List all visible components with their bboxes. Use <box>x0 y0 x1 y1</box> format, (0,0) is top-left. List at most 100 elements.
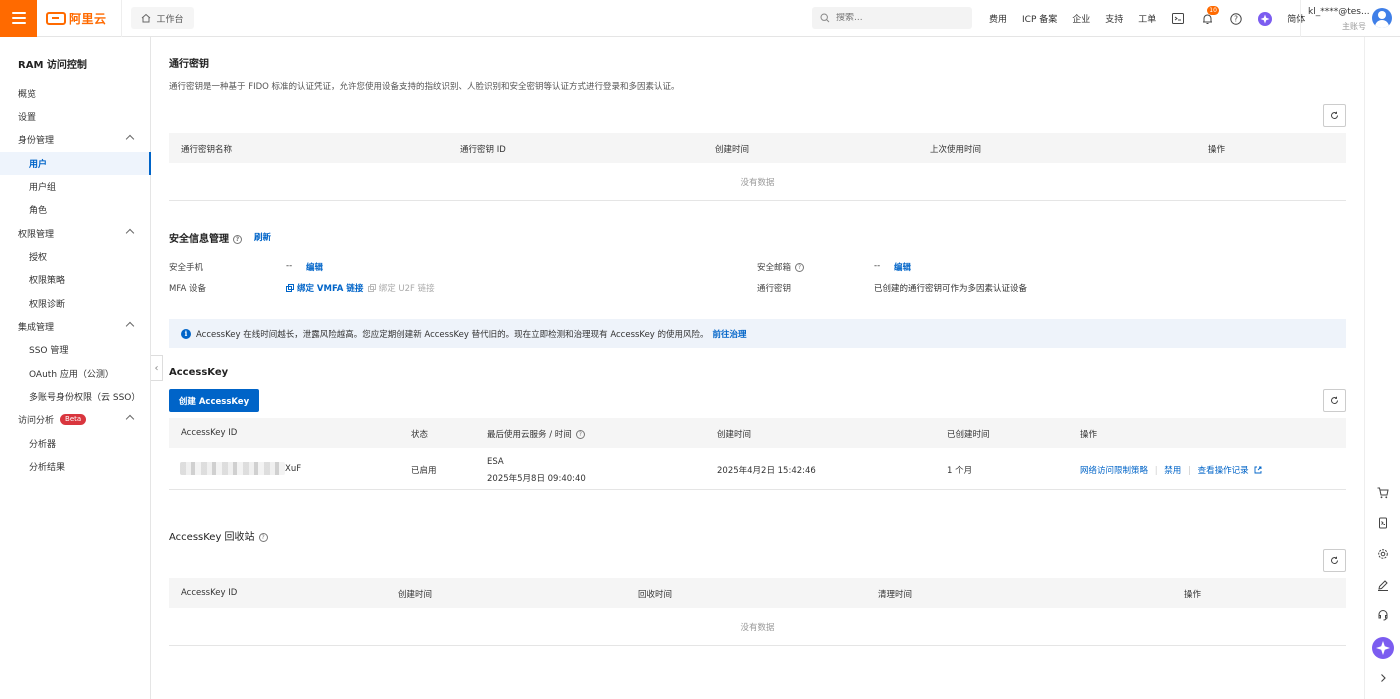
hamburger-menu-icon[interactable] <box>0 0 37 37</box>
sidebar-title: RAM 访问控制 <box>18 60 87 71</box>
chip-icon[interactable] <box>1375 515 1391 531</box>
workbench-button[interactable]: 工作台 <box>130 7 194 29</box>
sidebar-item-user-groups[interactable]: 用户组 <box>0 175 151 198</box>
search-box[interactable] <box>812 7 972 29</box>
edit-phone-link[interactable]: 编辑 <box>306 261 323 273</box>
passkey-refresh-button[interactable] <box>1323 104 1346 127</box>
disable-link[interactable]: 禁用 <box>1164 466 1181 476</box>
nav-label: SSO 管理 <box>29 346 69 356</box>
headset-icon[interactable] <box>1375 607 1391 623</box>
link-support[interactable]: 支持 <box>1105 12 1123 25</box>
search-icon <box>820 13 830 23</box>
go-govern-link[interactable]: 前往治理 <box>713 328 747 340</box>
avatar[interactable] <box>1372 8 1392 28</box>
link-ticket[interactable]: 工单 <box>1138 12 1156 25</box>
edit-email-link[interactable]: 编辑 <box>894 261 911 273</box>
column-header: 通行密钥 ID <box>460 145 506 155</box>
nav-label: 多账号身份权限（云 SSO） <box>29 393 141 403</box>
passkey-table-header: 通行密钥名称 通行密钥 ID 创建时间 上次使用时间 操作 <box>169 133 1346 163</box>
sidebar-item-diagnosis[interactable]: 权限诊断 <box>0 292 151 315</box>
top-links: 费用 ICP 备案 企业 支持 工单 10 ? 简体 <box>989 0 1305 37</box>
sidebar-item-oauth[interactable]: OAuth 应用（公测） <box>0 362 151 385</box>
security-email-value: -- <box>874 261 881 271</box>
sidebar-group-permissions[interactable]: 权限管理 <box>0 222 151 245</box>
column-header: 创建时间 <box>398 590 433 600</box>
edit-icon[interactable] <box>1375 577 1391 593</box>
sidebar-item-sso[interactable]: SSO 管理 <box>0 338 151 361</box>
nav-label: 概览 <box>18 90 37 100</box>
sidebar-item-grants[interactable]: 授权 <box>0 245 151 268</box>
search-input[interactable] <box>836 13 956 23</box>
cart-icon[interactable] <box>1375 485 1391 501</box>
help-icon[interactable]: ? <box>258 532 268 542</box>
column-header: AccessKey ID <box>181 428 238 438</box>
masked-accesskey-id <box>180 462 285 475</box>
sidebar-group-integration[interactable]: 集成管理 <box>0 315 151 338</box>
sidebar-item-users[interactable]: 用户 <box>0 152 151 175</box>
recycle-table-header: AccessKey ID 创建时间 回收时间 清理时间 操作 <box>169 578 1346 608</box>
bind-u2f-label: 绑定 U2F 链接 <box>378 284 435 294</box>
sidebar: RAM 访问控制 概览 设置 身份管理 用户 用户组 角色 权限管理 授权 权限… <box>0 37 151 699</box>
sidebar-item-settings[interactable]: 设置 <box>0 105 151 128</box>
column-header-text: 最后使用云服务 / 时间 <box>487 430 572 440</box>
nav-label: 权限诊断 <box>29 300 66 310</box>
nav-label: 分析器 <box>29 440 57 450</box>
link-icp[interactable]: ICP 备案 <box>1022 12 1057 25</box>
column-header: 操作 <box>1080 430 1098 440</box>
bind-u2f-link: 绑定 U2F 链接 <box>368 282 435 294</box>
created-age: 1 个月 <box>947 466 973 476</box>
link-billing[interactable]: 费用 <box>989 12 1007 25</box>
sidebar-item-roles[interactable]: 角色 <box>0 198 151 221</box>
divider <box>120 0 122 37</box>
security-refresh-link[interactable]: 刷新 <box>254 231 271 243</box>
bind-vmfa-link[interactable]: 绑定 VMFA 链接 <box>286 282 363 294</box>
right-toolbar <box>1364 37 1400 699</box>
workbench-label: 工作台 <box>156 14 184 25</box>
network-policy-link[interactable]: 网络访问限制策略 <box>1080 466 1148 476</box>
terminal-icon[interactable] <box>1171 12 1185 26</box>
sidebar-group-identity[interactable]: 身份管理 <box>0 128 151 151</box>
external-link-icon <box>1254 466 1262 474</box>
column-header: 回收时间 <box>638 590 673 600</box>
user-menu[interactable]: kl_****@tes... 主账号 <box>1300 0 1400 37</box>
nav-label: 访问分析 <box>18 416 55 426</box>
ai-assistant-icon[interactable] <box>1258 11 1273 26</box>
recycle-title-text: AccessKey 回收站 <box>169 532 255 543</box>
divider: | <box>1188 466 1191 476</box>
column-header: 通行密钥名称 <box>181 145 233 155</box>
create-accesskey-button[interactable]: 创建 AccessKey <box>169 389 259 412</box>
nav-label: 权限策略 <box>29 276 66 286</box>
sidebar-item-policies[interactable]: 权限策略 <box>0 268 151 291</box>
recycle-refresh-button[interactable] <box>1323 549 1346 572</box>
nav-label: OAuth 应用（公测） <box>29 370 114 380</box>
passkey-title: 通行密钥 <box>169 59 209 70</box>
sidebar-item-cloud-sso[interactable]: 多账号身份权限（云 SSO） <box>0 385 151 408</box>
chevron-up-icon <box>125 134 135 144</box>
ai-assistant-icon[interactable] <box>1372 637 1394 659</box>
chevron-right-icon[interactable] <box>1375 670 1391 686</box>
bell-icon[interactable]: 10 <box>1200 5 1219 26</box>
view-logs-link[interactable]: 查看操作记录 <box>1198 466 1249 476</box>
help-icon[interactable]: ? <box>1229 12 1243 26</box>
gear-icon[interactable] <box>1375 546 1391 562</box>
sidebar-group-access-analysis[interactable]: 访问分析 Beta <box>0 408 151 431</box>
column-header: 上次使用时间 <box>930 145 982 155</box>
last-used-service: ESA <box>487 457 504 467</box>
passkey-empty-state: 没有数据 <box>169 163 1346 201</box>
help-icon[interactable]: ? <box>575 430 585 439</box>
sidebar-item-overview[interactable]: 概览 <box>0 82 151 105</box>
link-enterprise[interactable]: 企业 <box>1072 12 1090 25</box>
help-icon[interactable]: ? <box>795 263 805 272</box>
security-email-label-text: 安全邮箱 <box>757 263 792 273</box>
help-icon[interactable]: ? <box>233 234 242 244</box>
top-navigation-bar: 阿里云 工作台 费用 ICP 备案 企业 支持 工单 10 ? 简体 kl_**… <box>0 0 1400 37</box>
recycle-title: AccessKey 回收站? <box>169 528 268 543</box>
passkey-description: 通行密钥是一种基于 FIDO 标准的认证凭证，允许您使用设备支持的指纹识别、人脸… <box>169 82 680 92</box>
security-email-label: 安全邮箱? <box>757 261 805 273</box>
nav-label: 设置 <box>18 113 37 123</box>
sidebar-item-analysis-results[interactable]: 分析结果 <box>0 455 151 478</box>
aliyun-logo[interactable]: 阿里云 <box>46 0 107 37</box>
column-header: 创建时间 <box>717 430 752 440</box>
sidebar-item-analyzers[interactable]: 分析器 <box>0 432 151 455</box>
accesskey-refresh-button[interactable] <box>1323 389 1346 412</box>
